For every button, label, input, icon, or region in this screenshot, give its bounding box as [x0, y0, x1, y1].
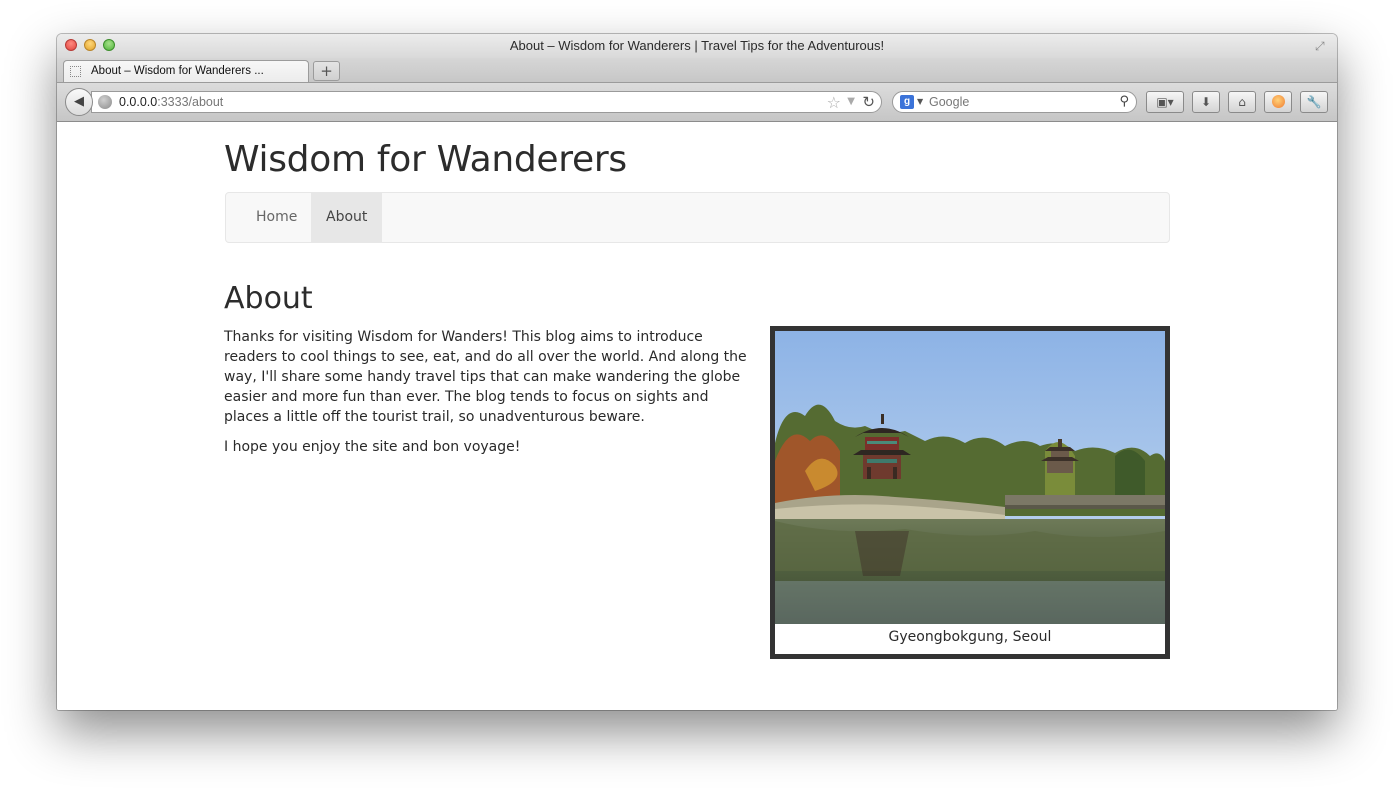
figure-caption: Gyeongbokgung, Seoul	[888, 629, 1052, 645]
site-identity-globe-icon[interactable]	[98, 95, 112, 109]
home-button[interactable]: ⌂	[1228, 91, 1256, 113]
search-input[interactable]: Google	[929, 95, 969, 109]
default-favicon-icon	[70, 66, 81, 77]
window-title: About – Wisdom for Wanderers | Travel Ti…	[509, 38, 885, 53]
url-bar[interactable]: 0.0.0.0:3333/about ☆ ▼ ↻	[91, 91, 882, 113]
fullscreen-icon[interactable]: ⤢	[1315, 39, 1329, 53]
bookmarks-button[interactable]: ▣▾	[1146, 91, 1184, 113]
download-arrow-icon: ⬇	[1200, 95, 1212, 109]
home-icon: ⌂	[1238, 95, 1246, 109]
nav-link-home[interactable]: Home	[241, 193, 312, 242]
search-bar[interactable]: g ▼ Google ⚲	[892, 91, 1137, 113]
downloads-button[interactable]: ⬇	[1192, 91, 1220, 113]
title-bar: About – Wisdom for Wanderers | Travel Ti…	[57, 34, 1337, 58]
gyeongbokgung-photo	[775, 331, 1165, 624]
url-host: 0.0.0.0	[119, 95, 158, 109]
bookmarks-icon: ▣▾	[1156, 95, 1174, 109]
site-navbar: Home About	[225, 192, 1170, 243]
wrench-icon: 🔧	[1306, 95, 1322, 109]
google-engine-icon[interactable]: g	[900, 95, 914, 109]
tab-bar: About – Wisdom for Wanderers ... +	[57, 58, 1337, 83]
magnifier-icon[interactable]: ⚲	[1119, 94, 1129, 109]
intro-paragraph: Thanks for visiting Wisdom for Wanders! …	[224, 329, 747, 425]
tab-label: About – Wisdom for Wanderers ...	[91, 65, 264, 77]
tools-button[interactable]: 🔧	[1300, 91, 1328, 113]
site-title[interactable]: Wisdom for Wanderers	[224, 139, 627, 180]
addon-icon	[1271, 95, 1285, 108]
photo-figure: Gyeongbokgung, Seoul	[770, 326, 1170, 659]
closing-paragraph: I hope you enjoy the site and bon voyage…	[224, 439, 521, 455]
url-path: :3333/about	[157, 95, 224, 109]
history-dropdown-icon[interactable]: ▼	[847, 96, 855, 107]
url-text[interactable]: 0.0.0.0:3333/about	[119, 95, 223, 109]
navigation-toolbar: 0.0.0.0:3333/about ☆ ▼ ↻ ◀ g ▼ Google ⚲ …	[57, 83, 1337, 122]
back-button[interactable]: ◀	[65, 88, 93, 116]
nav-link-about[interactable]: About	[311, 193, 383, 242]
addon-button[interactable]	[1264, 91, 1292, 113]
new-tab-button[interactable]: +	[313, 61, 340, 81]
page-heading: About	[224, 281, 313, 316]
tab-about[interactable]: About – Wisdom for Wanderers ...	[63, 60, 309, 82]
browser-window: About – Wisdom for Wanderers | Travel Ti…	[57, 34, 1337, 710]
bookmark-star-icon[interactable]: ☆	[827, 93, 841, 112]
page-content: Wisdom for Wanderers Home About About Th…	[57, 122, 1337, 710]
back-arrow-icon: ◀	[74, 94, 84, 109]
reload-icon[interactable]: ↻	[862, 93, 875, 111]
engine-dropdown-icon[interactable]: ▼	[917, 97, 923, 106]
